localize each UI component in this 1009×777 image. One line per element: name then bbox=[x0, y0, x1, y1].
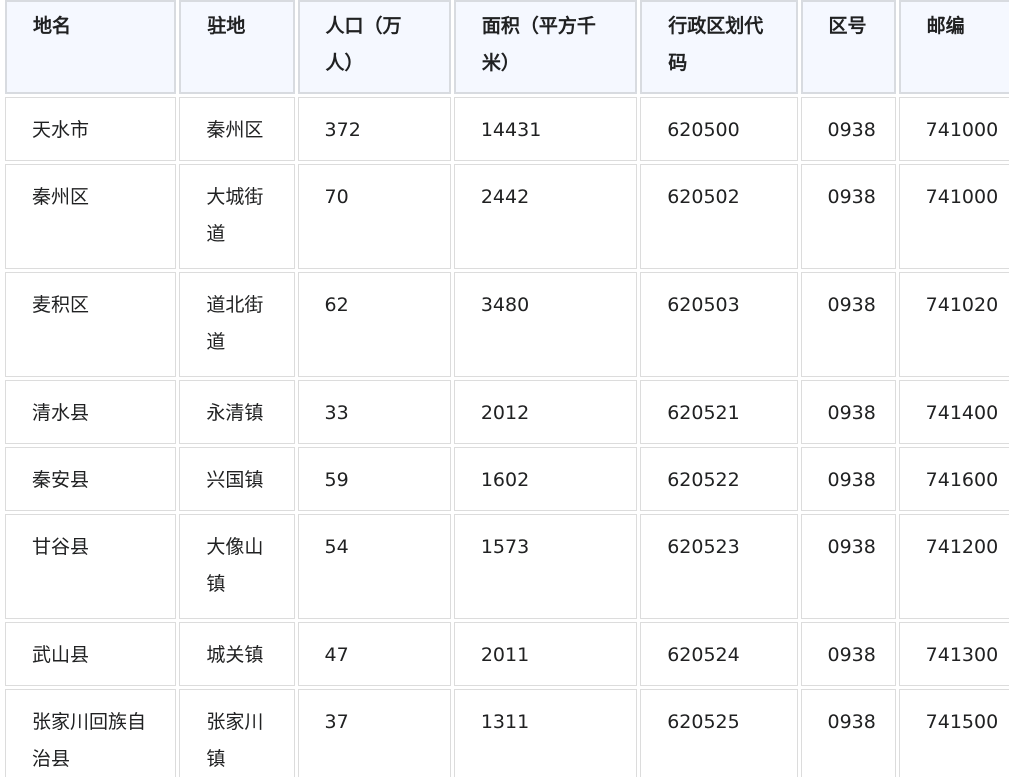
header-seat: 驻地 bbox=[179, 0, 295, 94]
cell-seat: 大城街道 bbox=[179, 164, 295, 269]
cell-population: 372 bbox=[297, 97, 451, 161]
cell-division-code: 620522 bbox=[640, 447, 798, 511]
header-area-code: 区号 bbox=[800, 0, 896, 94]
table-row: 天水市 秦州区 372 14431 620500 0938 741000 bbox=[5, 97, 1009, 161]
cell-place-name: 麦积区 bbox=[5, 272, 177, 377]
cell-postal-code: 741600 bbox=[898, 447, 1009, 511]
cell-division-code: 620524 bbox=[640, 622, 798, 686]
cell-area: 1602 bbox=[453, 447, 638, 511]
cell-area: 1573 bbox=[453, 514, 638, 619]
cell-population: 37 bbox=[297, 689, 451, 777]
data-table-container: 地名 驻地 人口（万人） 面积（平方千米） 行政区划代码 区号 邮编 天水市 秦… bbox=[0, 0, 1009, 777]
cell-seat: 兴国镇 bbox=[179, 447, 295, 511]
cell-place-name: 秦州区 bbox=[5, 164, 177, 269]
table-row: 秦州区 大城街道 70 2442 620502 0938 741000 bbox=[5, 164, 1009, 269]
cell-area-code: 0938 bbox=[800, 164, 896, 269]
header-postal-code: 邮编 bbox=[898, 0, 1009, 94]
cell-area-code: 0938 bbox=[800, 97, 896, 161]
table-row: 武山县 城关镇 47 2011 620524 0938 741300 bbox=[5, 622, 1009, 686]
table-row: 甘谷县 大像山镇 54 1573 620523 0938 741200 bbox=[5, 514, 1009, 619]
cell-division-code: 620525 bbox=[640, 689, 798, 777]
cell-seat: 大像山镇 bbox=[179, 514, 295, 619]
cell-place-name: 张家川回族自治县 bbox=[5, 689, 177, 777]
cell-place-name: 秦安县 bbox=[5, 447, 177, 511]
cell-division-code: 620523 bbox=[640, 514, 798, 619]
cell-seat: 永清镇 bbox=[179, 380, 295, 444]
table-row: 清水县 永清镇 33 2012 620521 0938 741400 bbox=[5, 380, 1009, 444]
cell-area: 14431 bbox=[453, 97, 638, 161]
cell-population: 54 bbox=[297, 514, 451, 619]
cell-area: 2442 bbox=[453, 164, 638, 269]
cell-seat: 城关镇 bbox=[179, 622, 295, 686]
cell-seat: 张家川镇 bbox=[179, 689, 295, 777]
cell-area: 2011 bbox=[453, 622, 638, 686]
cell-area-code: 0938 bbox=[800, 689, 896, 777]
cell-place-name: 清水县 bbox=[5, 380, 177, 444]
cell-area-code: 0938 bbox=[800, 380, 896, 444]
table-row: 麦积区 道北街道 62 3480 620503 0938 741020 bbox=[5, 272, 1009, 377]
cell-division-code: 620500 bbox=[640, 97, 798, 161]
cell-area-code: 0938 bbox=[800, 447, 896, 511]
cell-postal-code: 741300 bbox=[898, 622, 1009, 686]
cell-area-code: 0938 bbox=[800, 622, 896, 686]
cell-postal-code: 741000 bbox=[898, 164, 1009, 269]
cell-population: 33 bbox=[297, 380, 451, 444]
cell-postal-code: 741500 bbox=[898, 689, 1009, 777]
cell-area-code: 0938 bbox=[800, 514, 896, 619]
data-table: 地名 驻地 人口（万人） 面积（平方千米） 行政区划代码 区号 邮编 天水市 秦… bbox=[2, 0, 1009, 777]
cell-area: 2012 bbox=[453, 380, 638, 444]
cell-population: 47 bbox=[297, 622, 451, 686]
cell-division-code: 620502 bbox=[640, 164, 798, 269]
header-population: 人口（万人） bbox=[297, 0, 451, 94]
cell-postal-code: 741400 bbox=[898, 380, 1009, 444]
table-header: 地名 驻地 人口（万人） 面积（平方千米） 行政区划代码 区号 邮编 bbox=[5, 0, 1009, 94]
cell-postal-code: 741000 bbox=[898, 97, 1009, 161]
cell-division-code: 620503 bbox=[640, 272, 798, 377]
header-row: 地名 驻地 人口（万人） 面积（平方千米） 行政区划代码 区号 邮编 bbox=[5, 0, 1009, 94]
header-division-code: 行政区划代码 bbox=[640, 0, 798, 94]
table-body: 天水市 秦州区 372 14431 620500 0938 741000 秦州区… bbox=[5, 97, 1009, 777]
table-row: 张家川回族自治县 张家川镇 37 1311 620525 0938 741500 bbox=[5, 689, 1009, 777]
cell-place-name: 天水市 bbox=[5, 97, 177, 161]
cell-postal-code: 741020 bbox=[898, 272, 1009, 377]
cell-area: 3480 bbox=[453, 272, 638, 377]
cell-area: 1311 bbox=[453, 689, 638, 777]
table-row: 秦安县 兴国镇 59 1602 620522 0938 741600 bbox=[5, 447, 1009, 511]
cell-division-code: 620521 bbox=[640, 380, 798, 444]
cell-area-code: 0938 bbox=[800, 272, 896, 377]
cell-place-name: 武山县 bbox=[5, 622, 177, 686]
header-area: 面积（平方千米） bbox=[453, 0, 638, 94]
cell-population: 62 bbox=[297, 272, 451, 377]
header-place-name: 地名 bbox=[5, 0, 177, 94]
cell-population: 59 bbox=[297, 447, 451, 511]
cell-population: 70 bbox=[297, 164, 451, 269]
cell-seat: 秦州区 bbox=[179, 97, 295, 161]
cell-seat: 道北街道 bbox=[179, 272, 295, 377]
cell-place-name: 甘谷县 bbox=[5, 514, 177, 619]
cell-postal-code: 741200 bbox=[898, 514, 1009, 619]
